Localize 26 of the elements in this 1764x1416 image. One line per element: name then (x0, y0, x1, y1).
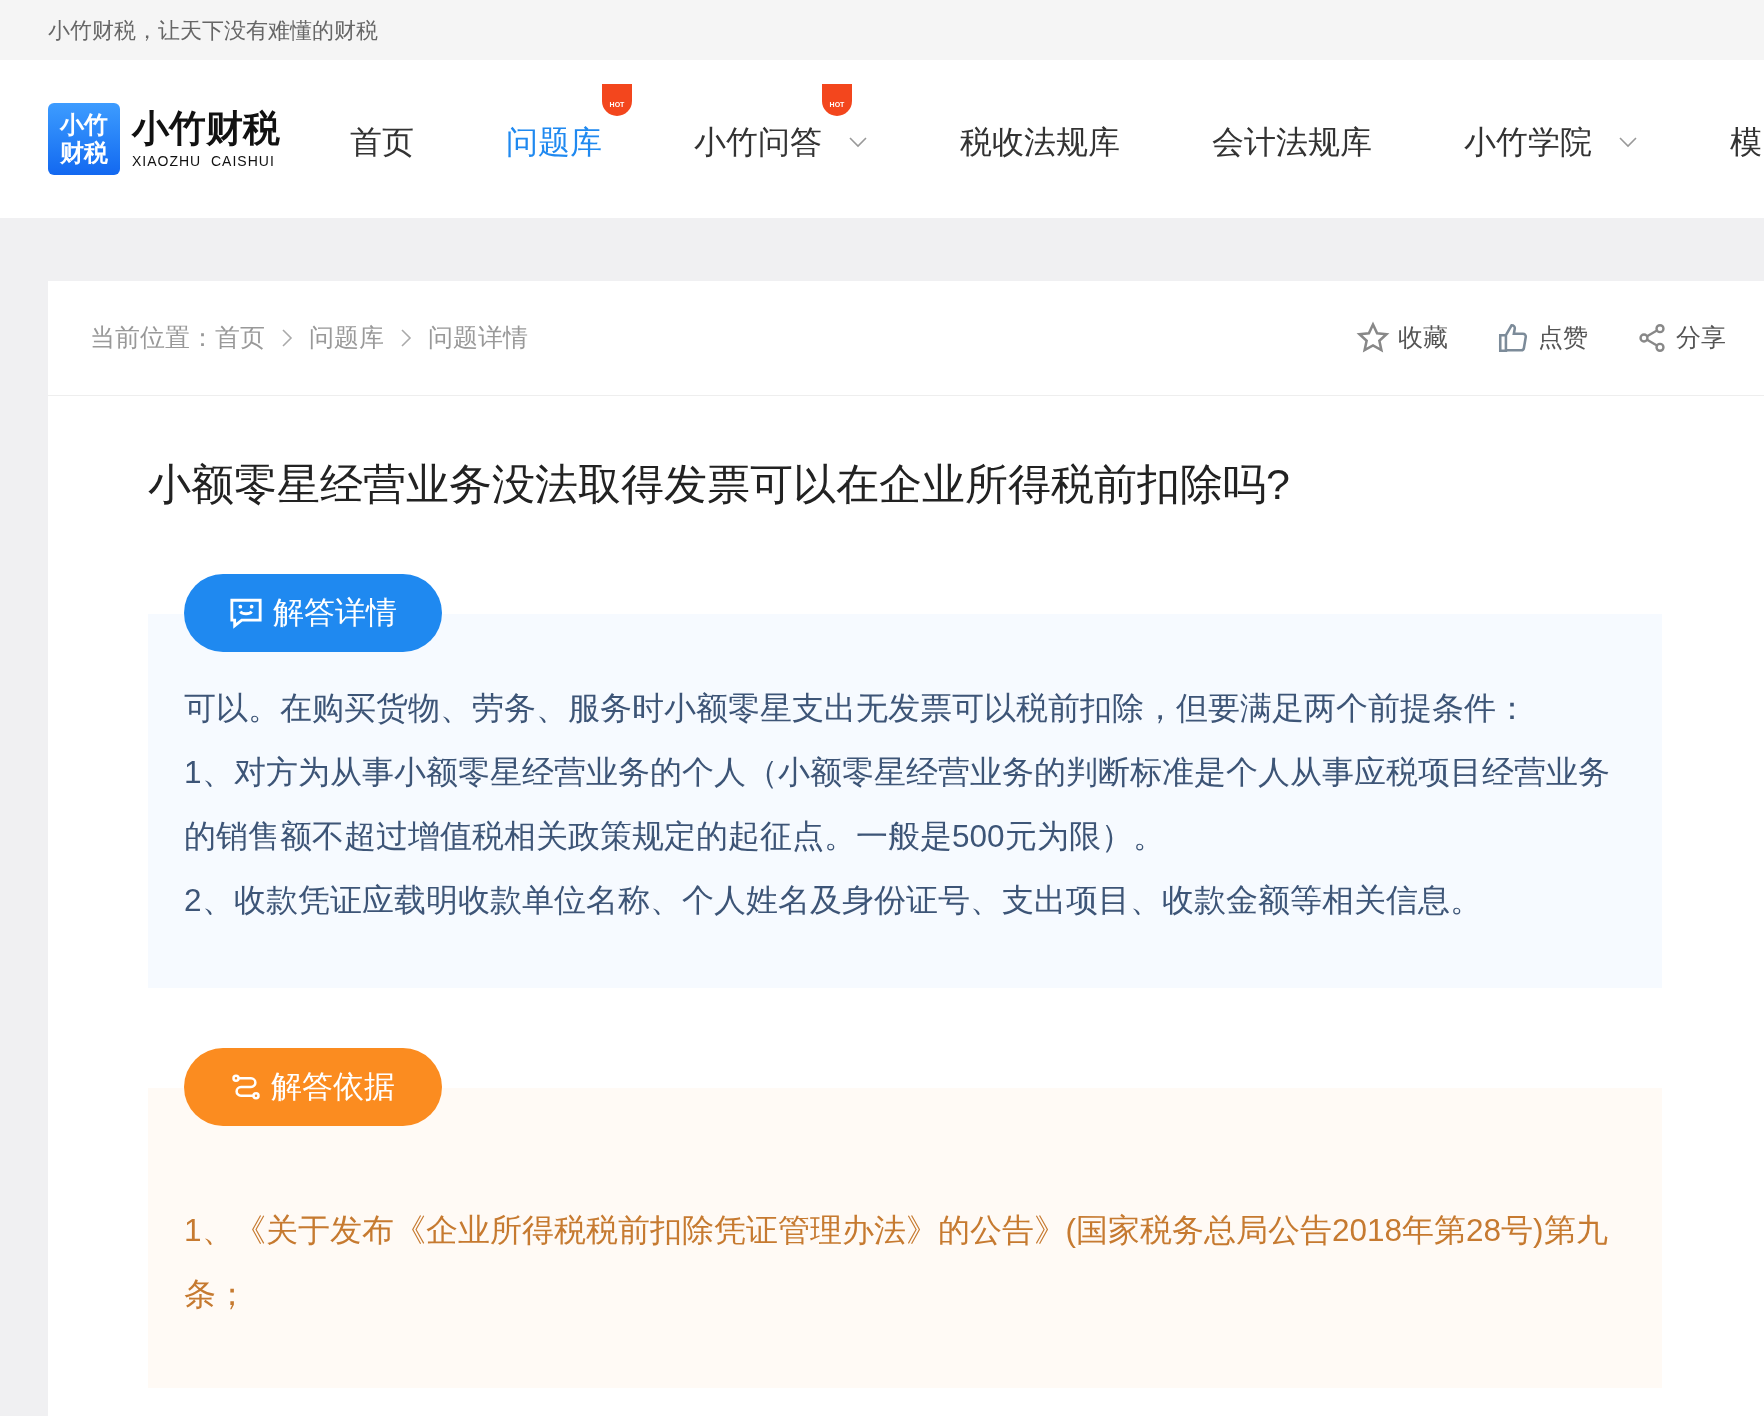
nav-link[interactable]: 会计法规库 (1212, 118, 1372, 166)
chevron-right-icon (400, 328, 412, 348)
slogan-text: 小竹财税，让天下没有难懂的财税 (48, 16, 378, 45)
nav-link[interactable]: 税收法规库 (960, 118, 1120, 166)
action-button[interactable]: 点赞 (1496, 319, 1588, 357)
nav-link[interactable]: 首页 (350, 118, 414, 166)
logo-mark: 小竹 财税 (48, 103, 120, 175)
action-button[interactable]: 分享 (1636, 319, 1726, 357)
action-button[interactable]: 收藏 (1356, 319, 1448, 357)
thumbs-up-icon (1496, 321, 1530, 355)
paragraph-text: 2、收款凭证应载明收款单位名称、个人姓名及身份证号、支出项目、收款金额等相关信息。 (184, 881, 1483, 920)
nav-link[interactable]: 模 (1730, 118, 1762, 166)
star-icon (1356, 321, 1390, 355)
swap-icon (231, 1073, 261, 1101)
paragraph-text: 1、对方为从事小额零星经营业务的个人（小额零星经营业务的判断标准是个人从事应税项目经营业务的销售额不超过增值税相关政策规定的起征点。一般是500元为限）。 (184, 753, 1611, 856)
nav-link[interactable]: 小竹学院 (1464, 118, 1592, 166)
paragraph-text: 可以。在购买货物、劳务、服务时小额零星支出无发票可以税前扣除，但要满足两个前提条件： (184, 689, 1529, 728)
question-title: 小额零星经营业务没法取得发票可以在企业所得税前扣除吗? (148, 459, 1291, 510)
section-button[interactable]: 解答详情 (184, 574, 442, 652)
share-icon (1636, 322, 1668, 354)
chevron-right-icon (281, 328, 293, 348)
logo-name: 小竹财税 (132, 106, 280, 151)
breadcrumb-label: 当前位置： (90, 322, 215, 354)
paragraph-text: 1、《关于发布《企业所得税税前扣除凭证管理办法》的公告》(国家税务总局公告2018年第28号)第九条； (184, 1211, 1609, 1314)
chat-smile-icon (229, 597, 263, 629)
logo-subtitle: XIAOZHU CAISHUI (132, 151, 276, 171)
